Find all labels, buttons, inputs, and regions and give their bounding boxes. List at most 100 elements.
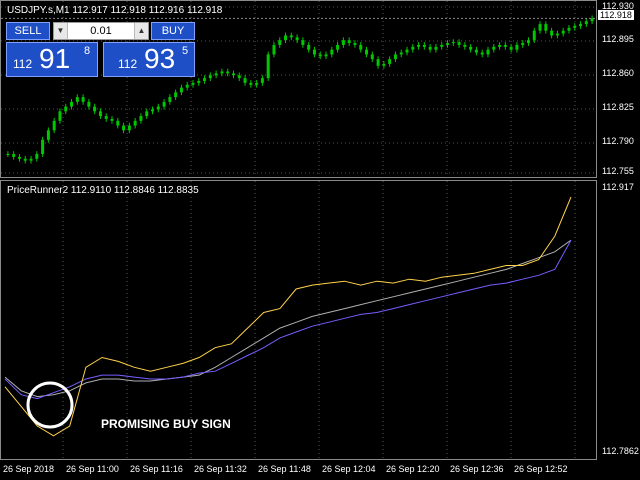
candle-body [440,44,444,47]
time-label: 26 Sep 12:20 [386,464,440,474]
candle-body [191,82,195,85]
sell-price-prefix: 112 [13,57,33,71]
candle-body [486,49,490,55]
candle-body [324,54,328,57]
candle-body [35,154,39,159]
candle-body [388,59,392,64]
candle-body [336,44,340,50]
candle-body [509,46,513,50]
lot-size-stepper[interactable]: ▼ ▲ [53,22,149,40]
candle-body [93,106,97,112]
candle-body [469,46,473,50]
candle-body [203,78,207,81]
candle-body [359,44,363,50]
candle-body [87,101,91,107]
candle-body [382,63,386,66]
candle-body [521,43,525,45]
candle-body [52,120,56,131]
candle-body [249,82,253,85]
time-axis[interactable]: 26 Sep 2018 26 Sep 11:00 26 Sep 11:16 26… [0,460,640,480]
candle-body [370,54,374,60]
candle-body [151,109,154,112]
candle-body [492,46,496,50]
buy-price-quote[interactable]: 112 93 5 [103,42,195,77]
candle-body [284,35,288,41]
indicator-line-yellow [4,196,572,437]
price-label: 112.790 [602,136,634,146]
price-label: 112.825 [602,102,634,112]
candle-body [185,84,189,88]
candle-body [220,71,224,74]
lot-size-input[interactable] [68,23,134,39]
candle-body [255,82,259,85]
candle-body [23,158,27,161]
chart-symbol-title: USDJPY.s,M1 112.917 112.918 112.916 112.… [7,5,223,16]
candle-body [399,52,403,55]
candle-body [214,73,218,76]
candle-body [365,49,369,55]
candle-body [301,40,305,45]
current-price-tag: 112.918 [598,10,634,20]
price-label: 112.895 [602,34,634,44]
candle-body [81,97,85,102]
candle-body [46,130,50,140]
candle-body [278,40,282,45]
indicator-pane[interactable]: PriceRunner2 112.9110 112.8846 112.8835 [0,180,597,460]
candle-body [538,24,542,31]
buy-signal-circle [26,381,74,429]
candle-body [197,80,201,83]
candle-body [417,44,421,47]
candle-body [463,44,467,47]
candle-body [498,44,502,47]
candle-body [312,49,316,55]
buy-price-point: 5 [182,45,189,57]
buy-signal-annotation: PROMISING BUY SIGN [101,417,231,431]
time-label: 26 Sep 11:00 [66,464,119,474]
sell-price-main: 91 [39,43,71,74]
time-label: 26 Sep 11:32 [194,464,247,474]
indicator-line-gray [4,239,572,398]
time-label: 26 Sep 12:52 [514,464,568,474]
candle-body [411,46,415,50]
candle-body [266,54,270,79]
candle-body [145,111,149,117]
candle-body [584,21,588,25]
price-axis[interactable]: 112.930 112.918 112.895 112.860 112.825 … [597,0,640,178]
candle-body [41,139,45,155]
candle-body [104,116,108,119]
candle-body [208,75,212,79]
candle-body [260,78,264,83]
candle-body [446,43,449,45]
candle-body [393,54,397,60]
candle-body [550,30,554,36]
candle-body [353,43,357,45]
sell-price-point: 8 [84,45,91,57]
candle-body [29,158,33,161]
candle-body [110,118,114,121]
buy-button[interactable]: BUY [151,22,195,40]
candle-body [474,49,478,53]
sell-price-quote[interactable]: 112 91 8 [6,42,98,77]
candle-body [573,25,577,28]
indicator-title: PriceRunner2 112.9110 112.8846 112.8835 [7,185,199,196]
sell-button[interactable]: SELL [6,22,50,40]
price-chart-pane[interactable]: USDJPY.s,M1 112.917 112.918 112.916 112.… [0,0,597,178]
lot-increase-arrow-icon[interactable]: ▲ [134,23,148,39]
time-label: 26 Sep 2018 [3,464,55,474]
time-label: 26 Sep 11:48 [258,464,311,474]
candle-body [237,75,241,79]
candle-body [567,27,571,31]
indicator-canvas[interactable] [1,181,597,460]
candle-body [289,35,293,38]
candle-body [231,73,235,76]
candle-body [127,125,131,131]
lot-decrease-arrow-icon[interactable]: ▼ [54,23,68,39]
indicator-top-label: 112.917 [602,182,634,192]
candle-body [75,97,79,102]
candle-body [64,106,68,112]
candle-body [179,87,183,93]
indicator-axis[interactable]: 112.917 112.7862 [597,180,640,460]
candle-body [139,116,143,121]
candle-body [330,49,334,55]
candle-body [6,154,10,156]
